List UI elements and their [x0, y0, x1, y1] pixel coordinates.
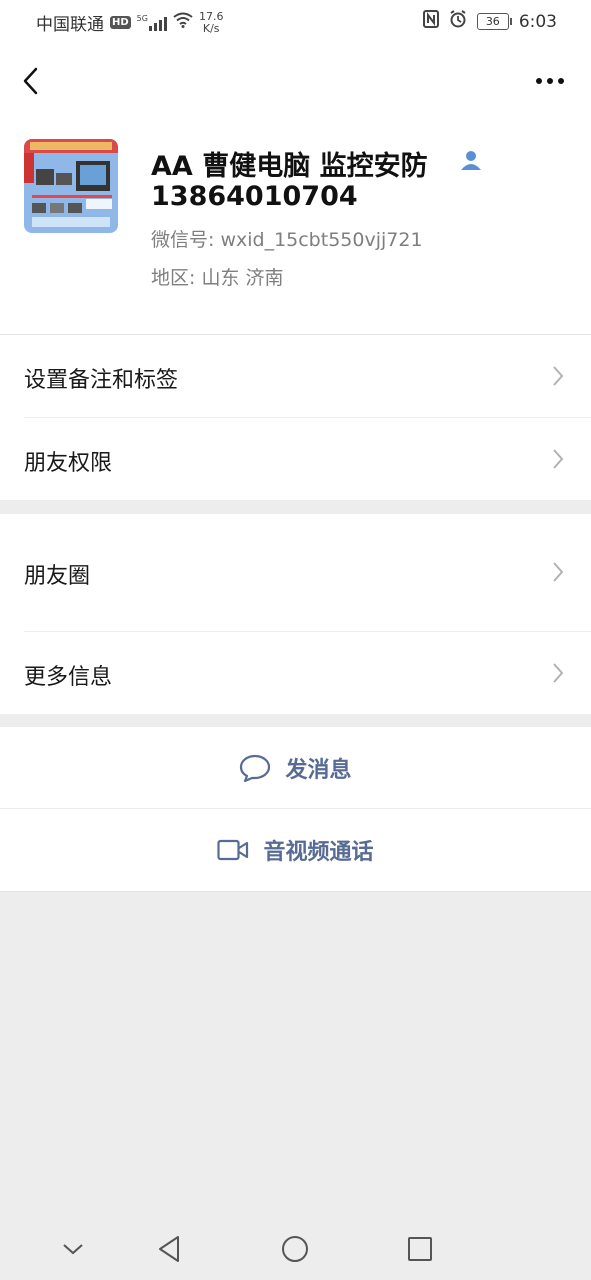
- nav-back-button[interactable]: [152, 1232, 186, 1266]
- more-options-button[interactable]: [533, 64, 567, 98]
- wechat-id: 微信号: wxid_15cbt550vjj721: [151, 229, 423, 251]
- divider: [0, 891, 591, 892]
- back-button[interactable]: [14, 64, 48, 98]
- nav-recents-button[interactable]: [403, 1232, 437, 1266]
- profile-header: AA 曹健电脑 监控安防 13864010704 微信号: wxid_15cbt…: [0, 44, 591, 500]
- contact-person-icon: [459, 148, 483, 172]
- menu-item-moments[interactable]: 朋友圈: [0, 514, 591, 631]
- carrier-label: 中国联通: [36, 15, 104, 35]
- hd-badge: HD: [110, 16, 131, 29]
- nfc-icon: [422, 10, 439, 33]
- menu-item-label: 更多信息: [24, 665, 113, 690]
- send-message-label: 发消息: [285, 757, 352, 783]
- chevron-left-icon: [23, 67, 38, 95]
- chevron-right-icon: [553, 366, 564, 386]
- circle-home-icon: [282, 1236, 308, 1262]
- chevron-down-icon: [63, 1244, 83, 1255]
- wifi-icon: [173, 12, 193, 33]
- alarm-icon: [449, 10, 467, 33]
- menu-item-more-info[interactable]: 更多信息: [0, 632, 591, 714]
- moments-section: 朋友圈 更多信息: [0, 514, 591, 714]
- video-call-label: 音视频通话: [263, 840, 374, 865]
- nav-home-button[interactable]: [278, 1232, 312, 1266]
- square-recents-icon: [408, 1237, 432, 1261]
- menu-item-friend-permissions[interactable]: 朋友权限: [0, 418, 591, 500]
- triangle-back-icon: [159, 1236, 179, 1262]
- chevron-right-icon: [553, 663, 564, 683]
- region: 地区: 山东 济南: [151, 267, 284, 289]
- contact-name: AA 曹健电脑 监控安防: [151, 151, 428, 182]
- status-bar: 中国联通 HD 5G 17.6 K/s 36 6:03: [0, 0, 591, 44]
- chat-bubble-icon: [240, 754, 271, 782]
- chevron-right-icon: [553, 562, 564, 582]
- signal-icon: 5G: [136, 13, 167, 31]
- network-type: 5G: [136, 13, 148, 23]
- menu-item-label: 朋友圈: [24, 564, 91, 589]
- avatar[interactable]: [24, 139, 118, 233]
- more-dots-icon: [536, 78, 564, 84]
- clock-time: 6:03: [518, 11, 557, 32]
- battery-icon: 36: [476, 13, 512, 30]
- contact-phone: 13864010704: [151, 181, 358, 212]
- video-call-button[interactable]: 音视频通话: [0, 809, 591, 891]
- nav-collapse-button[interactable]: [56, 1232, 90, 1266]
- network-speed: 17.6 K/s: [198, 9, 224, 35]
- send-message-button[interactable]: 发消息: [0, 727, 591, 808]
- chevron-right-icon: [553, 449, 564, 469]
- menu-item-remark-tags[interactable]: 设置备注和标签: [0, 335, 591, 418]
- menu-item-label: 设置备注和标签: [24, 368, 179, 393]
- actions-section: 发消息 音视频通话: [0, 727, 591, 891]
- video-camera-icon: [217, 839, 249, 861]
- system-navigation-bar: [0, 1218, 591, 1280]
- menu-item-label: 朋友权限: [24, 451, 113, 476]
